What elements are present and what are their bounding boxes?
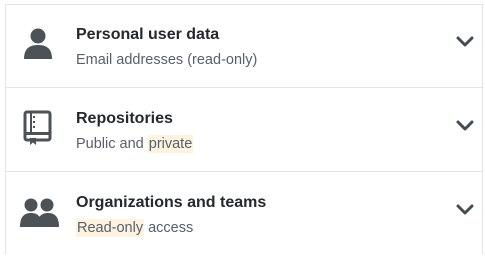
oauth-permissions-panel: Personal user data Email addresses (read…	[5, 4, 483, 254]
highlighted-term: private	[147, 135, 194, 153]
permission-title: Repositories	[76, 110, 173, 127]
permission-title: Personal user data	[76, 26, 220, 43]
people-icon	[20, 194, 59, 230]
highlighted-term: Read-only	[76, 219, 145, 237]
chevron-down-icon[interactable]	[456, 119, 474, 131]
permission-row-repositories[interactable]: Repositories Public and private	[6, 89, 482, 172]
permission-description: Email addresses (read-only)	[76, 52, 258, 68]
repo-book-icon	[20, 110, 56, 146]
permission-row-organizations-teams[interactable]: Organizations and teams Read-only access	[6, 173, 482, 256]
permission-title: Organizations and teams	[76, 194, 267, 211]
chevron-down-icon[interactable]	[456, 203, 474, 215]
desc-text: Public and	[76, 136, 148, 152]
permission-description: Read-only access	[76, 219, 194, 237]
chevron-down-icon[interactable]	[456, 35, 474, 47]
permission-row-personal-user-data[interactable]: Personal user data Email addresses (read…	[6, 5, 482, 88]
permission-description: Public and private	[76, 135, 194, 153]
desc-text: access	[144, 220, 194, 236]
person-icon	[20, 26, 56, 62]
